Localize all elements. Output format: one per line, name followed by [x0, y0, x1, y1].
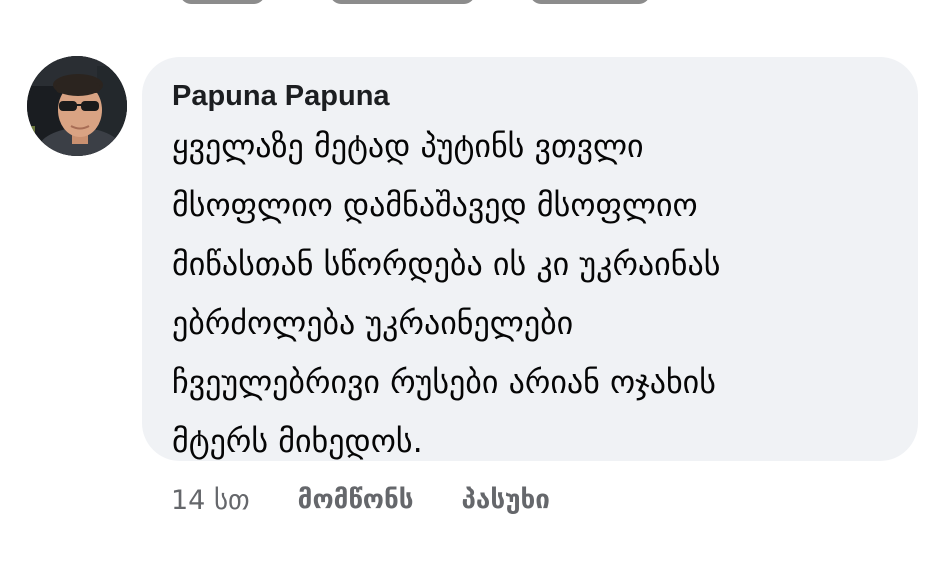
comment-text: ყველაზე მეტად პუტინს ვთვლი მსოფლიო დამნა…: [172, 117, 888, 471]
comment-timestamp[interactable]: 14 სთ: [171, 485, 250, 516]
like-button[interactable]: მომწონს: [298, 485, 414, 515]
comment-actions: 14 სთ მომწონს პასუხი: [171, 478, 598, 522]
comment-author-name[interactable]: Papuna Papuna: [172, 79, 888, 115]
previous-timestamp-fragment: [180, 0, 265, 4]
comment-text-line: ებრძოლება უკრაინელები: [172, 304, 574, 342]
comment-text-line: მსოფლიო დამნაშავედ მსოფლიო: [172, 186, 698, 224]
avatar-photo-icon: [27, 56, 127, 156]
comment-text-line: ყველაზე მეტად პუტინს ვთვლი: [172, 127, 644, 165]
previous-reply-fragment: [530, 0, 650, 4]
comment-text-line: მიწასთან სწორდება ის კი უკრაინას: [172, 245, 721, 283]
comment-bubble: Papuna Papuna ყველაზე მეტად პუტინს ვთვლი…: [142, 57, 918, 461]
previous-like-fragment: [330, 0, 475, 4]
avatar[interactable]: [27, 56, 127, 156]
comment-text-line: მტერს მიხედოს.: [172, 422, 423, 460]
previous-comment-actions-fragment: [0, 0, 945, 4]
comment-text-line: ჩვეულებრივი რუსები არიან ოჯახის: [172, 363, 716, 401]
reply-button[interactable]: პასუხი: [462, 485, 550, 515]
